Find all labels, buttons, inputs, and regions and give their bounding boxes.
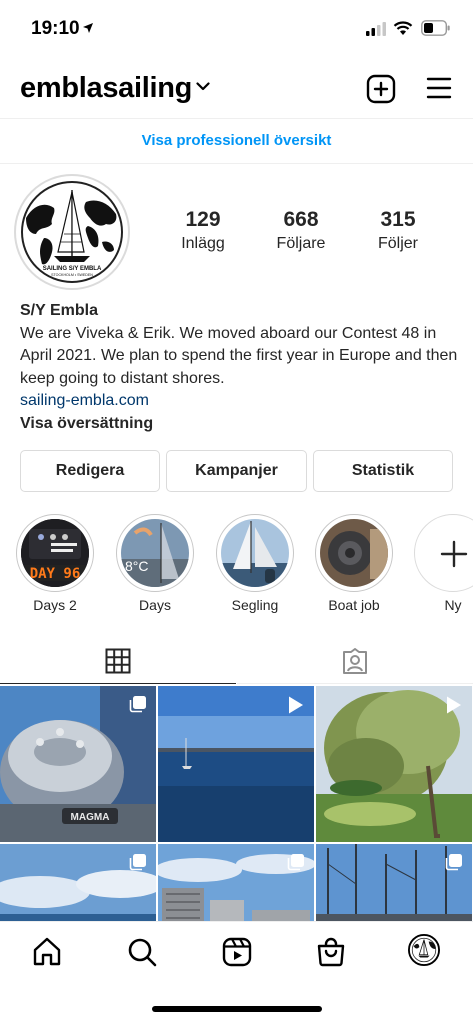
campaigns-button[interactable]: Kampanjer	[166, 450, 307, 492]
highlight-cover-image	[221, 519, 289, 587]
plus-icon	[440, 540, 468, 568]
highlight-boat-job[interactable]: Boat job	[314, 514, 394, 613]
home-indicator	[152, 1006, 322, 1012]
highlight-cover: 8°C	[121, 519, 189, 587]
professional-dashboard-link[interactable]: Visa professionell översikt	[0, 118, 473, 164]
following-count: 315	[380, 208, 416, 231]
profile-bio: S/Y Embla We are Viveka & Erik. We moved…	[20, 300, 460, 435]
post-overlay-text: MAGMA	[71, 812, 110, 823]
highlight-cover: DAY 96	[21, 519, 89, 587]
insights-button[interactable]: Statistik	[313, 450, 453, 492]
tagged-person-icon	[343, 648, 367, 674]
reel-play-icon	[289, 696, 303, 714]
battery-icon	[421, 20, 450, 36]
posts-count: 129	[185, 208, 221, 231]
highlight-label: Segling	[231, 597, 279, 613]
wifi-icon	[393, 21, 413, 35]
stat-following[interactable]: 315 Följer	[353, 208, 443, 253]
carousel-icon	[287, 854, 304, 871]
highlight-label: Boat job	[328, 597, 380, 613]
highlight-label: Days	[139, 597, 171, 613]
following-label: Följer	[377, 235, 418, 252]
highlight-label: Ny	[444, 597, 462, 613]
grid-post[interactable]: MAGMA	[0, 686, 156, 842]
grid-post[interactable]	[158, 686, 314, 842]
followers-label: Följare	[276, 235, 326, 252]
highlight-cover	[320, 519, 388, 587]
tab-tagged[interactable]	[237, 636, 473, 684]
location-arrow-icon	[83, 23, 93, 33]
profile-avatar-icon[interactable]	[408, 934, 440, 966]
reel-play-icon	[447, 696, 461, 714]
menu-icon[interactable]	[426, 76, 452, 100]
home-icon[interactable]	[31, 936, 63, 968]
chevron-down-icon[interactable]	[196, 82, 210, 91]
avatar-logo: SAILING S/Y EMBLA STOCKHOLM • SWEDEN	[20, 180, 124, 284]
new-highlight-ring	[414, 514, 473, 592]
new-post-icon[interactable]	[366, 74, 396, 104]
carousel-icon	[129, 854, 146, 871]
carousel-icon	[129, 696, 146, 713]
highlight-ring: DAY 96	[16, 514, 94, 592]
grid-post[interactable]	[316, 686, 472, 842]
highlight-days[interactable]: 8°C Days	[115, 514, 195, 613]
status-time: 19:10	[31, 18, 80, 39]
highlight-cover-image: DAY 96	[21, 519, 89, 587]
status-bar: 19:10	[0, 0, 473, 58]
highlight-label: Days 2	[33, 597, 77, 613]
stat-followers[interactable]: 668 Följare	[256, 208, 346, 253]
posts-label: Inlägg	[181, 235, 225, 252]
profile-tabs	[0, 636, 473, 684]
website-link[interactable]: sailing-embla.com	[20, 390, 460, 413]
carousel-icon	[445, 854, 462, 871]
cellular-signal-icon	[366, 22, 386, 36]
highlight-cover-image	[320, 519, 388, 587]
followers-count: 668	[283, 208, 319, 231]
stat-posts[interactable]: 129 Inlägg	[158, 208, 248, 253]
tab-posts-grid[interactable]	[0, 636, 236, 684]
highlight-segling[interactable]: Segling	[215, 514, 295, 613]
avatar-logo-text: SAILING S/Y EMBLA	[43, 266, 102, 272]
search-icon[interactable]	[126, 936, 158, 968]
professional-dashboard-label: Visa professionell översikt	[141, 132, 332, 149]
profile-name: S/Y Embla	[20, 302, 98, 319]
highlight-cover	[221, 519, 289, 587]
shop-icon[interactable]	[315, 936, 347, 968]
highlight-cover-image: 8°C	[121, 519, 189, 587]
see-translation-link[interactable]: Visa översättning	[20, 413, 460, 436]
edit-profile-button[interactable]: Redigera	[20, 450, 160, 492]
bio-text: We are Viveka & Erik. We moved aboard ou…	[20, 324, 458, 387]
username-switcher[interactable]: emblasailing	[20, 72, 192, 105]
avatar-logo-subtext: STOCKHOLM • SWEDEN	[51, 273, 93, 277]
profile-header: emblasailing	[0, 64, 473, 114]
highlight-ring	[216, 514, 294, 592]
highlight-cover-text: 8°C	[125, 558, 149, 574]
highlight-days-2[interactable]: DAY 96 Days 2	[15, 514, 95, 613]
profile-avatar[interactable]: SAILING S/Y EMBLA STOCKHOLM • SWEDEN	[14, 174, 130, 290]
avatar-logo-image: SAILING S/Y EMBLA STOCKHOLM • SWEDEN	[21, 181, 123, 283]
highlight-cover-text: DAY 96	[30, 566, 81, 582]
grid-icon	[105, 648, 131, 674]
highlight-ring	[315, 514, 393, 592]
highlight-new[interactable]: Ny	[413, 514, 473, 613]
reels-icon[interactable]	[221, 936, 253, 968]
highlight-ring: 8°C	[116, 514, 194, 592]
